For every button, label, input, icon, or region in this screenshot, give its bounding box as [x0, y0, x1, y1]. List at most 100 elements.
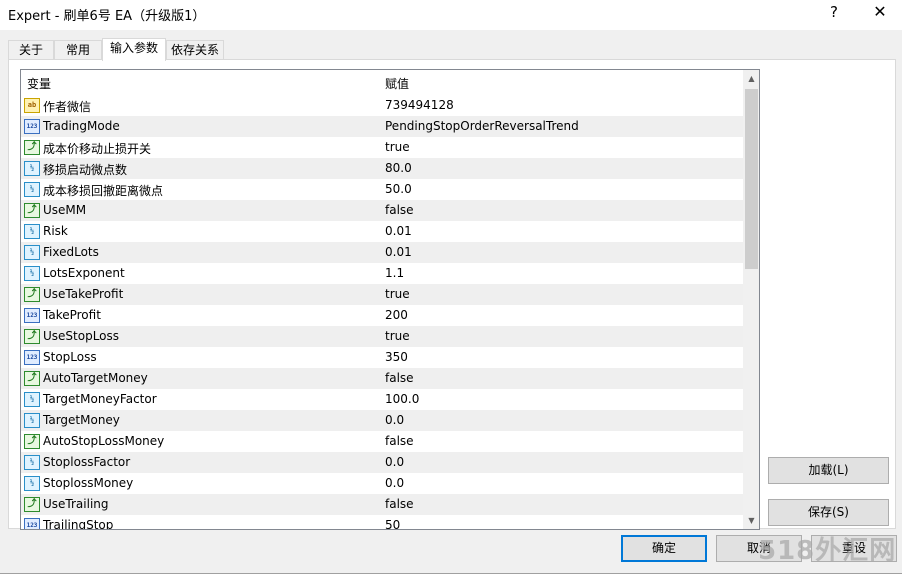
parameter-value[interactable]: false [385, 497, 414, 511]
parameter-name: 成本移损回撤距离微点 [43, 184, 164, 198]
parameter-name: StoplossFactor [43, 455, 131, 469]
boolean-icon: ⤴ [24, 287, 40, 302]
table-row[interactable]: ½ 移损启动微点数 80.0 [21, 158, 743, 179]
table-row[interactable]: ⤴ UseTakeProfit true [21, 284, 743, 305]
parameter-value[interactable]: false [385, 203, 414, 217]
parameter-value[interactable]: 1.1 [385, 266, 404, 280]
table-row[interactable]: ½ 成本移损回撤距离微点 50.0 [21, 179, 743, 200]
tab-dependencies[interactable]: 依存关系 [166, 40, 224, 60]
parameter-value[interactable]: 50.0 [385, 182, 412, 196]
parameter-value[interactable]: 0.01 [385, 224, 412, 238]
parameter-name: TargetMoney [43, 413, 120, 427]
parameter-name: UseMM [43, 203, 87, 217]
double-icon: ½ [24, 245, 40, 260]
dialog-client: 关于 常用 输入参数 依存关系 变量 赋值 ab 作者微信 739494128 123… [0, 30, 902, 574]
parameter-name: TargetMoneyFactor [43, 392, 157, 406]
parameter-name: TradingMode [43, 119, 120, 133]
table-row[interactable]: ⤴ AutoTargetMoney false [21, 368, 743, 389]
boolean-icon: ⤴ [24, 329, 40, 344]
table-row[interactable]: 123 TradingMode PendingStopOrderReversalTr… [21, 116, 743, 137]
parameter-value[interactable]: 0.0 [385, 413, 404, 427]
boolean-icon: ⤴ [24, 434, 40, 449]
parameter-name: UseStopLoss [43, 329, 120, 343]
integer-icon: 123 [24, 119, 40, 134]
parameter-name: StoplossMoney [43, 476, 134, 490]
integer-icon: 123 [24, 350, 40, 365]
table-row[interactable]: ½ StoplossFactor 0.0 [21, 452, 743, 473]
parameter-value[interactable]: 80.0 [385, 161, 412, 175]
parameter-value[interactable]: 739494128 [385, 98, 454, 112]
parameters-list: 变量 赋值 ab 作者微信 739494128 123 TradingMode Pendi… [20, 69, 760, 530]
window-title: Expert - 刷单6号 EA（升级版1） [8, 9, 206, 24]
table-row[interactable]: 123 TrailingStop 50 [21, 515, 743, 530]
table-row[interactable]: ⤴ UseStopLoss true [21, 326, 743, 347]
close-icon[interactable]: ✕ [870, 2, 890, 21]
parameter-value[interactable]: 350 [385, 350, 408, 364]
double-icon: ½ [24, 266, 40, 281]
parameter-value[interactable]: 0.0 [385, 455, 404, 469]
double-icon: ½ [24, 413, 40, 428]
double-icon: ½ [24, 476, 40, 491]
scroll-up-icon[interactable]: ▲ [743, 70, 759, 87]
string-icon: ab [24, 98, 40, 113]
double-icon: ½ [24, 182, 40, 197]
table-row[interactable]: ½ LotsExponent 1.1 [21, 263, 743, 284]
parameter-name: 作者微信 [43, 100, 92, 114]
table-row[interactable]: ½ Risk 0.01 [21, 221, 743, 242]
table-row[interactable]: ½ TargetMoney 0.0 [21, 410, 743, 431]
help-icon[interactable]: ? [824, 3, 844, 21]
watermark-logo: 518外汇网 [758, 536, 897, 566]
table-row[interactable]: ⤴ 成本价移动止损开关 true [21, 137, 743, 158]
parameter-name: StopLoss [43, 350, 97, 364]
table-row[interactable]: ½ FixedLots 0.01 [21, 242, 743, 263]
parameter-name: FixedLots [43, 245, 99, 259]
parameter-value[interactable]: 0.01 [385, 245, 412, 259]
parameter-value[interactable]: 0.0 [385, 476, 404, 490]
parameter-name: UseTrailing [43, 497, 109, 511]
ok-button[interactable]: 确定 [621, 535, 707, 562]
parameter-value[interactable]: true [385, 140, 410, 154]
integer-icon: 123 [24, 518, 40, 529]
table-row[interactable]: ½ TargetMoneyFactor 100.0 [21, 389, 743, 410]
scroll-down-icon[interactable]: ▼ [743, 512, 759, 529]
table-row[interactable]: ⤴ UseMM false [21, 200, 743, 221]
table-row[interactable]: 123 TakeProfit 200 [21, 305, 743, 326]
list-header: 变量 赋值 [21, 70, 743, 95]
parameter-value[interactable]: 200 [385, 308, 408, 322]
title-bar: Expert - 刷单6号 EA（升级版1） ? ✕ [0, 0, 902, 30]
save-button[interactable]: 保存(S) [768, 499, 889, 526]
boolean-icon: ⤴ [24, 140, 40, 155]
inputs-panel: 变量 赋值 ab 作者微信 739494128 123 TradingMode Pendi… [8, 59, 896, 530]
tab-about[interactable]: 关于 [8, 40, 54, 60]
parameter-name: TrailingStop [43, 518, 114, 530]
load-button[interactable]: 加载(L) [768, 457, 889, 484]
table-row[interactable]: ⤴ AutoStopLossMoney false [21, 431, 743, 452]
table-row[interactable]: ab 作者微信 739494128 [21, 95, 743, 116]
vertical-scrollbar[interactable]: ▲ ▼ [743, 70, 759, 529]
parameter-value[interactable]: true [385, 329, 410, 343]
column-header-value[interactable]: 赋值 [385, 75, 409, 92]
boolean-icon: ⤴ [24, 371, 40, 386]
parameter-name: 移损启动微点数 [43, 163, 128, 177]
integer-icon: 123 [24, 308, 40, 323]
scroll-thumb[interactable] [745, 89, 758, 269]
parameter-value[interactable]: true [385, 287, 410, 301]
double-icon: ½ [24, 392, 40, 407]
parameter-value[interactable]: PendingStopOrderReversalTrend [385, 119, 579, 133]
parameter-name: AutoStopLossMoney [43, 434, 165, 448]
table-row[interactable]: 123 StopLoss 350 [21, 347, 743, 368]
parameter-value[interactable]: false [385, 371, 414, 385]
tab-inputs[interactable]: 输入参数 [102, 38, 166, 61]
parameter-name: UseTakeProfit [43, 287, 124, 301]
parameter-name: LotsExponent [43, 266, 125, 280]
tab-common[interactable]: 常用 [54, 40, 102, 60]
parameter-rows: ab 作者微信 739494128 123 TradingMode PendingStop… [21, 95, 743, 530]
parameter-value[interactable]: false [385, 434, 414, 448]
table-row[interactable]: ½ StoplossMoney 0.0 [21, 473, 743, 494]
column-header-variable[interactable]: 变量 [27, 75, 51, 92]
double-icon: ½ [24, 224, 40, 239]
boolean-icon: ⤴ [24, 497, 40, 512]
parameter-value[interactable]: 50 [385, 518, 400, 529]
table-row[interactable]: ⤴ UseTrailing false [21, 494, 743, 515]
parameter-value[interactable]: 100.0 [385, 392, 419, 406]
